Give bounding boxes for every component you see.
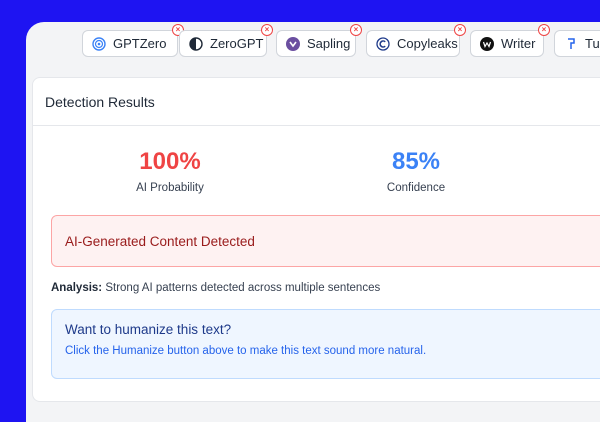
card-title: Detection Results: [33, 78, 600, 126]
sapling-icon: [286, 36, 300, 51]
humanize-callout: Want to humanize this text? Click the Hu…: [51, 309, 600, 379]
tab-turnitin[interactable]: Tur: [554, 30, 600, 57]
confidence-stat: 85% Confidence: [316, 148, 516, 194]
alert-text: AI-Generated Content Detected: [65, 233, 255, 249]
tab-label: Writer: [501, 36, 536, 51]
writer-icon: [480, 36, 494, 51]
ai-probability-value: 100%: [139, 148, 201, 175]
analysis-label: Analysis:: [51, 282, 103, 294]
confidence-value: 85%: [391, 148, 441, 175]
tab-label: ZeroGPT: [210, 36, 264, 51]
copyleaks-icon: [376, 36, 390, 51]
tab-gptzero[interactable]: GPTZero ×: [82, 24, 184, 57]
turnitin-icon: [564, 37, 578, 51]
tab-zerogpt[interactable]: ZeroGPT ×: [179, 24, 273, 57]
close-icon[interactable]: ×: [350, 24, 362, 36]
ai-probability-label: AI Probability: [136, 182, 204, 194]
ai-detected-alert: AI-Generated Content Detected: [51, 215, 600, 267]
tab-label: Copyleaks: [397, 36, 458, 51]
tab-writer[interactable]: Writer ×: [470, 24, 550, 57]
detector-panel: GPTZero × ZeroGPT × Sapling × Copyleaks …: [26, 22, 600, 422]
ai-probability-stat: 100% AI Probability: [70, 148, 270, 194]
analysis-text: Analysis: Strong AI patterns detected ac…: [51, 282, 380, 294]
close-icon[interactable]: ×: [538, 24, 550, 36]
gptzero-icon: [92, 36, 106, 51]
tab-label: Tur: [585, 36, 600, 51]
tab-label: GPTZero: [113, 36, 167, 51]
detection-results-card: Detection Results 100% AI Probability 85…: [32, 77, 600, 402]
analysis-body: Strong AI patterns detected across multi…: [102, 282, 381, 294]
tab-sapling[interactable]: Sapling ×: [276, 24, 362, 57]
close-icon[interactable]: ×: [261, 24, 273, 36]
tab-label: Sapling: [307, 36, 351, 51]
confidence-label: Confidence: [386, 182, 446, 194]
humanize-title: Want to humanize this text?: [65, 322, 232, 337]
detector-tabs: GPTZero × ZeroGPT × Sapling × Copyleaks …: [26, 22, 600, 74]
zerogpt-icon: [189, 36, 203, 51]
humanize-description: Click the Humanize button above to make …: [65, 345, 427, 357]
tab-copyleaks[interactable]: Copyleaks ×: [366, 24, 466, 57]
close-icon[interactable]: ×: [454, 24, 466, 36]
